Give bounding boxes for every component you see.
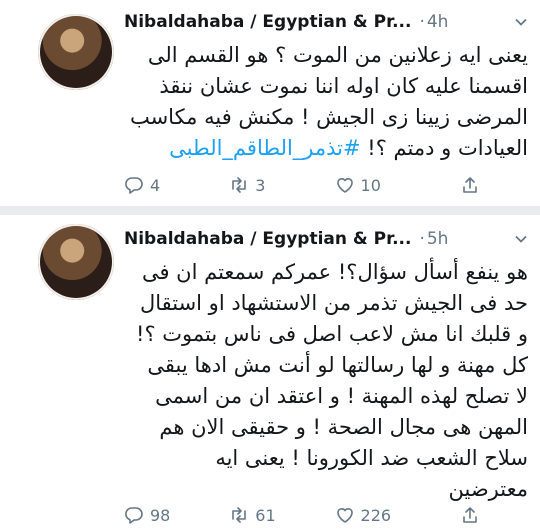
share-button[interactable] (460, 175, 480, 195)
tweet-card[interactable]: Nibaldahaba / Egyptian & Pr... · 4h يعنى … (0, 0, 540, 206)
like-button[interactable]: 10 (335, 175, 381, 195)
retweet-count: 3 (255, 175, 266, 195)
tweet-text-line: المهن هى مجال الصحة ! و حقيقى الان هم (159, 415, 528, 439)
tweet-text-line: معترضين (448, 477, 528, 501)
timestamp[interactable]: 4h (427, 12, 449, 32)
retweet-count: 61 (255, 505, 276, 525)
reply-icon (125, 177, 143, 194)
tweet-text-line: لا تصلح لهذه المهنة ! و اعتقد ان من اسمى (155, 384, 528, 408)
like-count: 10 (360, 175, 381, 195)
tweet-header: Nibaldahaba / Egyptian & Pr... · 4h (124, 10, 528, 34)
tweet-text-line: اقسمنا عليه كان اوله اننا نموت عشان ننقذ (159, 74, 528, 98)
tweet-text: يعنى ايه زعلانين من الموت ؟ هو القسم الى… (124, 40, 528, 164)
tweet-header: Nibaldahaba / Egyptian & Pr... · 5h (124, 227, 528, 251)
heart-icon (336, 508, 353, 523)
share-icon (463, 177, 477, 193)
tweet-text-line: المرضى زيينا زى الجيش ! مكنش فيه مكاسب (129, 105, 528, 129)
tweet-actions: 4 3 10 (124, 172, 480, 198)
tweet-text-line: و قلبك انا مش لاعب اصل فى ناس بتموت ؟! (136, 322, 528, 346)
display-name[interactable]: Nibaldahaba / Egyptian & Pr... (124, 12, 411, 32)
share-button[interactable] (460, 505, 480, 525)
avatar[interactable] (38, 224, 114, 300)
retweet-button[interactable]: 61 (229, 505, 276, 525)
like-count: 226 (360, 505, 392, 525)
reply-count: 98 (150, 505, 171, 525)
tweet-text-line: هو ينفع أسأل سؤال؟! عمركم سمعتم ان فى (141, 260, 528, 284)
timestamp[interactable]: 5h (427, 229, 449, 249)
tweet-card[interactable]: Nibaldahaba / Egyptian & Pr... · 5h هو ين… (0, 215, 540, 532)
reply-count: 4 (150, 175, 161, 195)
tweet-text-line: العيادات و دمتم ؟! #تذمر_الطاقم_الطبى (124, 133, 528, 164)
heart-icon (336, 178, 353, 193)
hashtag-link[interactable]: #تذمر_الطاقم_الطبى (169, 136, 360, 160)
reply-button[interactable]: 98 (124, 505, 170, 525)
share-icon (463, 507, 477, 523)
retweet-button[interactable]: 3 (229, 175, 265, 195)
tweet-text-line: يعنى ايه زعلانين من الموت ؟ هو القسم الى (147, 43, 528, 67)
reply-icon (125, 507, 143, 524)
reply-button[interactable]: 4 (124, 175, 160, 195)
like-button[interactable]: 226 (335, 505, 392, 525)
tweet-text-segment: العيادات و دمتم ؟! (367, 136, 528, 160)
tweet-text: هو ينفع أسأل سؤال؟! عمركم سمعتم ان فى حد… (124, 257, 528, 505)
avatar[interactable] (38, 14, 114, 90)
tweet-text-line: حد فى الجيش تذمر من الاستشهاد او استقال (139, 291, 528, 315)
retweet-icon (232, 177, 247, 193)
tweet-text-line: كل مهنة و لها رسالتها لو أنت مش ادها يبق… (147, 353, 528, 377)
retweet-icon (232, 507, 247, 523)
display-name[interactable]: Nibaldahaba / Egyptian & Pr... (124, 229, 411, 249)
chevron-down-icon[interactable] (514, 232, 528, 246)
tweet-actions: 98 61 226 (124, 502, 480, 528)
chevron-down-icon[interactable] (514, 15, 528, 29)
tweet-text-line: سلاح الشعب ضد الكورونا ! يعنى ايه (215, 446, 528, 470)
